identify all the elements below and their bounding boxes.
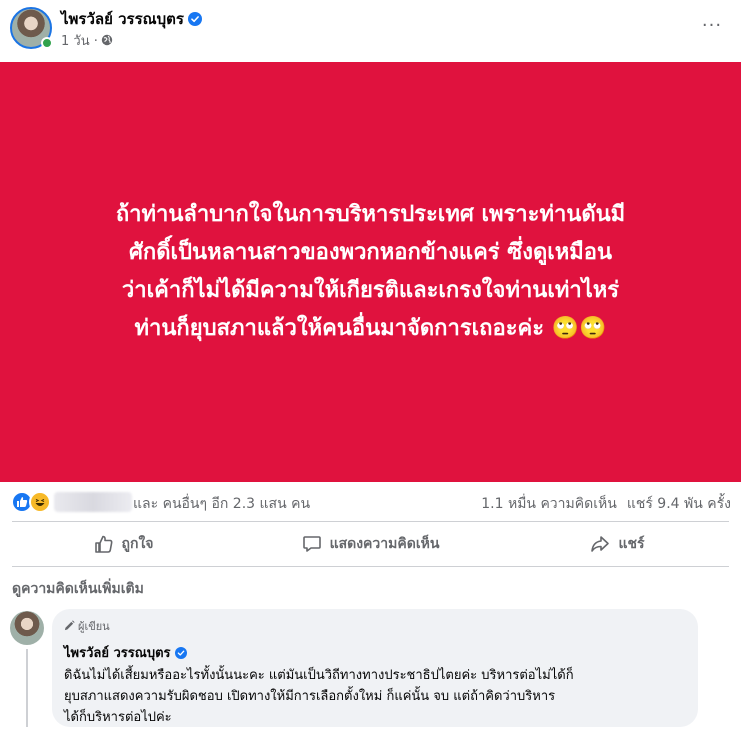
banner-line: ท่านก็ยุบสภาแล้วให้คนอื่นมาจัดการเถอะค่ะ… [134, 316, 607, 341]
banner-line: ศักดิ์เป็นหลานสาวของพวกหอกข้างแคร่ ซึ่งด… [128, 240, 613, 265]
post-meta: 1 วัน · [61, 30, 113, 51]
comment-text: ดิฉันไม่ได้เสี้ยมหรืออะไรทั้งนั้นนะคะ แต… [64, 665, 686, 728]
online-status-dot [41, 37, 53, 49]
comment-count[interactable]: 1.1 หมื่น ความคิดเห็น [481, 496, 617, 512]
pencil-icon [64, 620, 75, 631]
share-label: แชร์ [618, 536, 645, 552]
share-icon [591, 536, 610, 552]
haha-icon [29, 491, 51, 513]
like-button[interactable]: ถูกใจ [0, 525, 247, 563]
blurred-reactor-name [54, 492, 132, 512]
comment-author-name[interactable]: ไพรวัลย์ วรรณบุตร [64, 646, 171, 661]
comment-item: ผู้เขียน ไพรวัลย์ วรรณบุตร ดิฉันไม่ได้เส… [10, 607, 710, 730]
share-button[interactable]: แชร์ [494, 525, 741, 563]
author-name[interactable]: ไพรวัลย์ วรรณบุตร [61, 10, 184, 28]
divider [12, 566, 729, 567]
comment-label: แสดงความคิดเห็น [329, 536, 440, 552]
verified-badge-icon [174, 647, 187, 659]
divider [12, 521, 729, 522]
reactions-summary: และ คนอื่นๆ อีก 2.3 แสน คน 1.1 หมื่น ควา… [0, 484, 741, 520]
post-actions: ถูกใจ แสดงความคิดเห็น แชร์ [0, 525, 741, 563]
share-count[interactable]: แชร์ 9.4 พัน ครั้ง [627, 496, 731, 512]
author-badge-label: ผู้เขียน [78, 620, 110, 633]
verified-badge-icon [187, 12, 202, 26]
banner-line: ถ้าท่านลำบากใจในการบริหารประเทศ เพราะท่า… [115, 202, 626, 227]
comment-line: ได้ก็บริหารต่อไปค่ะ [64, 710, 172, 725]
post-header: ไพรวัลย์ วรรณบุตร 1 วัน · ··· [0, 0, 741, 62]
post-stats: 1.1 หมื่น ความคิดเห็น แชร์ 9.4 พัน ครั้ง [481, 493, 731, 515]
banner-line: ว่าเค้าก็ไม่ได้มีความให้เกียรติและเกรงใจ… [121, 278, 620, 303]
like-label: ถูกใจ [121, 536, 154, 552]
post-time[interactable]: 1 วัน · [61, 34, 98, 49]
comment-line: ยุบสภาแสดงความรับผิดชอบ เปิดทางให้มีการเ… [64, 689, 556, 704]
comment-line: ดิฉันไม่ได้เสี้ยมหรืออะไรทั้งนั้นนะคะ แต… [64, 668, 574, 683]
thumbs-up-icon [94, 535, 112, 553]
comment-avatar[interactable] [10, 611, 44, 645]
author-avatar[interactable] [10, 7, 53, 49]
reaction-icons[interactable] [11, 491, 53, 513]
reaction-count[interactable]: และ คนอื่นๆ อีก 2.3 แสน คน [133, 493, 310, 515]
comment-icon [302, 536, 321, 552]
more-options-button[interactable]: ··· [697, 10, 727, 40]
comment-button[interactable]: แสดงความคิดเห็น [247, 525, 494, 563]
banner-text: ถ้าท่านลำบากใจในการบริหารประเทศ เพราะท่า… [21, 196, 721, 348]
thread-line [26, 649, 28, 727]
globe-icon [101, 34, 113, 46]
author-badge: ผู้เขียน [64, 617, 686, 635]
view-more-comments-link[interactable]: ดูความคิดเห็นเพิ่มเติม [12, 578, 144, 600]
post-text-banner: ถ้าท่านลำบากใจในการบริหารประเทศ เพราะท่า… [0, 62, 741, 482]
author-name-row: ไพรวัลย์ วรรณบุตร [61, 7, 202, 31]
comment-bubble: ผู้เขียน ไพรวัลย์ วรรณบุตร ดิฉันไม่ได้เส… [52, 609, 698, 727]
comment-author-row: ไพรวัลย์ วรรณบุตร [64, 642, 686, 663]
